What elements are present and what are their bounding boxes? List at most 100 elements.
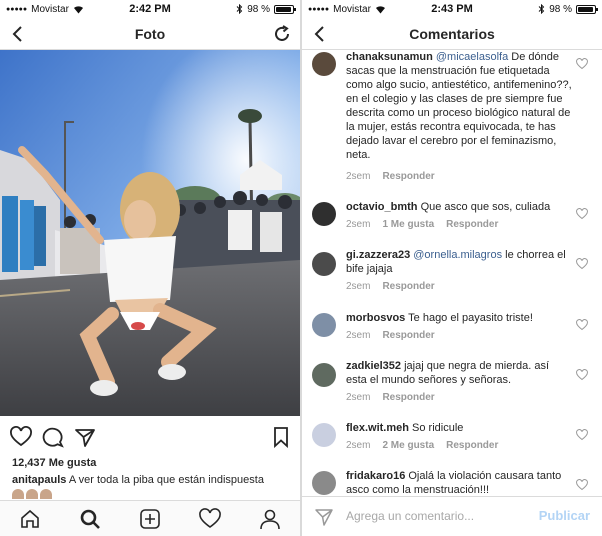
avatar[interactable]: [312, 313, 336, 337]
share-direct-icon[interactable]: [74, 426, 96, 448]
comment-like-heart-icon[interactable]: [576, 429, 588, 441]
comment-body: Te hago el payasito triste!: [408, 312, 533, 324]
bluetooth-icon: [236, 4, 243, 14]
comment-text: fridakaro16 Ojalá la violación causara t…: [346, 469, 572, 496]
comment-text: chanaksunamun @micaelasolfa De dónde sac…: [346, 50, 572, 162]
post-screen: ●●●●● Movistar 2:42 PM 98 % Foto 12,437 …: [0, 0, 300, 536]
beach-photo-image: [0, 50, 300, 416]
status-bar: ●●●●● Movistar 2:43 PM 98 %: [302, 0, 602, 18]
tab-bar: [0, 500, 300, 536]
post-photo[interactable]: [0, 50, 300, 416]
comment-username[interactable]: chanaksunamun: [346, 51, 433, 63]
comment-time: 2sem: [346, 171, 371, 182]
comment-username[interactable]: fridakaro16: [346, 470, 405, 482]
bluetooth-icon: [538, 4, 545, 14]
caption-username[interactable]: anitapauls: [12, 474, 66, 486]
comment-username[interactable]: gi.zazzera23: [346, 249, 410, 261]
back-chevron-icon[interactable]: [8, 24, 28, 44]
avatar[interactable]: [312, 252, 336, 276]
avatar[interactable]: [312, 423, 336, 447]
page-title: Comentarios: [409, 25, 495, 42]
avatar[interactable]: [312, 363, 336, 387]
comment-username[interactable]: flex.wit.meh: [346, 422, 409, 434]
wifi-icon: [73, 5, 83, 13]
publish-button[interactable]: Publicar: [539, 508, 590, 523]
carrier-label: Movistar: [31, 3, 69, 15]
comment-username[interactable]: octavio_bmth: [346, 201, 418, 213]
status-bar: ●●●●● Movistar 2:42 PM 98 %: [0, 0, 300, 18]
clock: 2:43 PM: [431, 3, 473, 15]
comment-like-heart-icon[interactable]: [576, 319, 588, 331]
comment-meta: 2sem 1 Me gusta Responder: [346, 219, 498, 230]
comment-mention[interactable]: @ornella.milagros: [413, 249, 502, 261]
battery-icon: [575, 4, 598, 14]
profile-icon[interactable]: [259, 508, 281, 530]
reply-button[interactable]: Responder: [446, 219, 498, 230]
carrier-label: Movistar: [333, 3, 371, 15]
back-chevron-icon[interactable]: [310, 24, 330, 44]
comment-like-heart-icon[interactable]: [576, 479, 588, 491]
reply-button[interactable]: Responder: [446, 440, 498, 451]
post-caption: anitapauls A ver toda la piba que están …: [12, 474, 294, 486]
comment-composer: Agrega un comentario... Publicar: [302, 496, 602, 536]
reply-button[interactable]: Responder: [382, 330, 434, 341]
battery-percent: 98 %: [247, 3, 270, 15]
comment-body: So ridicule: [412, 422, 464, 434]
comment-body: De dónde sacas que la menstruación fue e…: [346, 51, 572, 161]
search-icon[interactable]: [79, 508, 101, 530]
comment-like-heart-icon[interactable]: [576, 208, 588, 220]
comment-icon[interactable]: [42, 426, 64, 448]
add-post-icon[interactable]: [139, 508, 161, 530]
avatar[interactable]: [312, 471, 336, 495]
nav-bar: Foto: [0, 18, 300, 50]
comment-like-heart-icon[interactable]: [576, 369, 588, 381]
comment-username[interactable]: morbosvos: [346, 312, 405, 324]
reply-button[interactable]: Responder: [382, 392, 434, 403]
comment-time: 2sem: [346, 440, 371, 451]
signal-icon: ●●●●●: [6, 5, 28, 13]
reply-button[interactable]: Responder: [382, 171, 434, 182]
comment-like-count[interactable]: 1 Me gusta: [382, 219, 434, 230]
comments-list[interactable]: chanaksunamun @micaelasolfa De dónde sac…: [302, 50, 602, 496]
battery-percent: 98 %: [549, 3, 572, 15]
comment-username[interactable]: zadkiel352: [346, 360, 401, 372]
nav-bar: Comentarios: [302, 18, 602, 50]
comment-like-count[interactable]: 2 Me gusta: [382, 440, 434, 451]
comment-text: octavio_bmth Que asco que sos, culiada: [346, 200, 572, 214]
comment-time: 2sem: [346, 330, 371, 341]
comment-text: morbosvos Te hago el payasito triste!: [346, 311, 572, 325]
signal-icon: ●●●●●: [308, 5, 330, 13]
like-heart-icon[interactable]: [10, 426, 32, 448]
comment-mention[interactable]: @micaelasolfa: [436, 51, 508, 63]
post-actions: [0, 424, 300, 450]
activity-heart-icon[interactable]: [199, 507, 221, 530]
comment-time: 2sem: [346, 219, 371, 230]
bookmark-icon[interactable]: [270, 426, 292, 448]
direct-send-icon[interactable]: [314, 507, 334, 527]
refresh-icon[interactable]: [272, 24, 292, 44]
caption-text: A ver toda la piba que están indispuesta: [68, 474, 264, 486]
home-icon[interactable]: [19, 508, 41, 530]
clock: 2:42 PM: [129, 3, 171, 15]
comment-meta: 2sem Responder: [346, 330, 435, 341]
comment-meta: 2sem Responder: [346, 392, 435, 403]
comments-screen: ●●●●● Movistar 2:43 PM 98 % Comentarios …: [302, 0, 602, 536]
likes-count[interactable]: 12,437 Me gusta: [12, 457, 96, 469]
wifi-icon: [375, 5, 385, 13]
comment-input[interactable]: Agrega un comentario...: [346, 509, 474, 523]
avatar[interactable]: [312, 52, 336, 76]
page-title: Foto: [134, 25, 166, 42]
comment-body: Que asco que sos, culiada: [420, 201, 551, 213]
comment-text: flex.wit.meh So ridicule: [346, 421, 572, 435]
reply-button[interactable]: Responder: [382, 281, 434, 292]
avatar[interactable]: [312, 202, 336, 226]
comment-meta: 2sem 2 Me gusta Responder: [346, 440, 498, 451]
comment-text: gi.zazzera23 @ornella.milagros le chorre…: [346, 248, 572, 276]
battery-icon: [273, 4, 296, 14]
comment-like-heart-icon[interactable]: [576, 58, 588, 70]
comment-text: zadkiel352 jajaj que negra de mierda. as…: [346, 359, 572, 387]
comment-meta: 2sem Responder: [346, 171, 435, 182]
comment-like-heart-icon[interactable]: [576, 258, 588, 270]
comment-time: 2sem: [346, 281, 371, 292]
comment-meta: 2sem Responder: [346, 281, 435, 292]
